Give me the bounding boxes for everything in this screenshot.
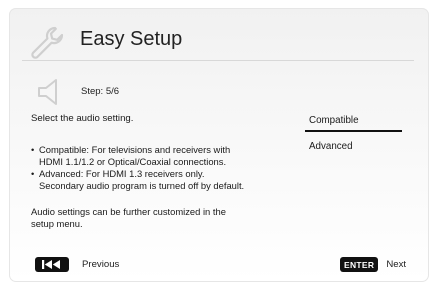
option-advanced[interactable]: Advanced [305, 138, 402, 156]
prompt-text: Select the audio setting. [31, 113, 134, 124]
next-label: Next [386, 259, 407, 270]
advanced-desc-line1: Advanced: For HDMI 1.3 receivers only. [39, 168, 205, 179]
enter-key-badge: ENTER [340, 257, 379, 272]
speaker-icon [35, 76, 67, 108]
compatible-description: • Compatible: For televisions and receiv… [31, 144, 231, 167]
step-indicator: Step: 5/6 [81, 86, 120, 97]
note-line2: setup menu. [31, 218, 83, 229]
option-descriptions: • Compatible: For televisions and receiv… [31, 144, 303, 192]
advanced-description: • Advanced: For HDMI 1.3 receivers only. [31, 168, 205, 179]
note-line1: Audio settings can be further customized… [31, 206, 226, 217]
compatible-desc-line1: Compatible: For televisions and receiver… [39, 144, 231, 155]
compatible-desc-line2: HDMI 1.1/1.2 or Optical/Coaxial connecti… [39, 156, 227, 167]
next-button[interactable]: ENTER Next [340, 257, 406, 272]
wrench-icon [26, 24, 66, 64]
previous-label: Previous [82, 259, 120, 270]
advanced-desc-line2: Secondary audio program is turned off by… [39, 180, 245, 191]
customize-note: Audio settings can be further customized… [31, 206, 291, 230]
audio-options-list: Compatible Advanced [305, 112, 402, 162]
page-title: Easy Setup [80, 28, 183, 50]
option-compatible[interactable]: Compatible [305, 112, 402, 132]
skip-back-icon [35, 257, 69, 272]
previous-button[interactable]: Previous [35, 257, 119, 272]
title-divider [22, 60, 414, 61]
